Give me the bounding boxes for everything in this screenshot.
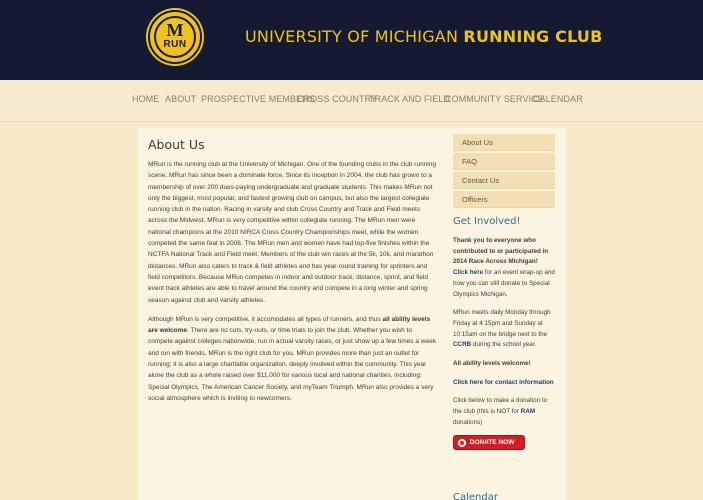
sidebar-menu: About Us FAQ Contact Us Officers — [453, 134, 555, 210]
logo-word-run: RUN — [163, 39, 187, 50]
contact-link[interactable]: Click here for contact information — [453, 379, 554, 386]
site-title-regular: UNIVERSITY OF MICHIGAN — [245, 27, 459, 46]
nav-calendar[interactable]: CALENDAR — [533, 94, 583, 104]
calendar-heading: Calendar — [453, 492, 498, 500]
meets-text-a: MRun meets daily Monday through Friday a… — [453, 309, 551, 338]
ccrb-link[interactable]: CCRB — [453, 341, 471, 348]
wrapup-link[interactable]: Click here — [453, 269, 483, 276]
sidebar-item-about-us[interactable]: About Us — [453, 134, 555, 151]
about-paragraph-2: Although MRun is very competitive, it ac… — [148, 314, 438, 404]
nav-cross-country[interactable]: CROSS COUNTRY — [297, 94, 377, 104]
nav-track-and-field[interactable]: TRACK AND FIELD — [369, 94, 450, 104]
ram-link[interactable]: RAM — [521, 408, 535, 415]
donate-button[interactable]: DONATE NOW — [453, 434, 525, 450]
donate-label: DONATE NOW — [469, 438, 515, 446]
site-title: UNIVERSITY OF MICHIGAN RUNNING CLUB — [245, 27, 603, 46]
sidebar-content: Thank you to everyone who contributed to… — [453, 236, 557, 450]
p2-text-b: . There are no cuts, try-outs, or time t… — [148, 327, 436, 402]
thanks-text: Thank you to everyone who contributed to… — [453, 236, 557, 300]
nav-home[interactable]: HOME — [132, 94, 159, 104]
mrun-logo[interactable]: M RUN — [148, 10, 202, 64]
nav-about[interactable]: ABOUT — [165, 94, 197, 104]
donate-text-b: donations) — [453, 418, 483, 426]
sidebar-item-officers[interactable]: Officers — [453, 191, 555, 208]
nav-community-service[interactable]: COMMUNITY SERVICE — [445, 94, 544, 104]
welcome-text: All ability levels welcome! — [453, 359, 557, 370]
donate-text: Click below to make a donation to the cl… — [453, 396, 557, 428]
thanks-bold: Thank you to everyone who contributed to… — [453, 237, 549, 266]
contact-paragraph: Click here for contact information — [453, 378, 557, 389]
meets-text-b: during the school year. — [471, 341, 537, 349]
about-paragraph-1: MRun is the running club at the Universi… — [148, 161, 436, 304]
sidebar-item-faq[interactable]: FAQ — [453, 153, 555, 170]
get-involved-heading: Get Involved! — [453, 216, 521, 227]
logo-letter-m: M — [166, 20, 184, 40]
site-title-bold: RUNNING CLUB — [463, 27, 603, 46]
meets-text: MRun meets daily Monday through Friday a… — [453, 308, 557, 351]
page-title: About Us — [148, 137, 205, 152]
sidebar-item-contact-us[interactable]: Contact Us — [453, 172, 555, 189]
logo-ring: M RUN — [154, 16, 196, 58]
main-column: About Us MRun is the running club at the… — [148, 137, 438, 412]
paypal-icon — [458, 438, 466, 447]
p2-text-a: Although MRun is very competitive, it ac… — [148, 315, 383, 323]
welcome-bold: All ability levels welcome! — [453, 360, 531, 368]
